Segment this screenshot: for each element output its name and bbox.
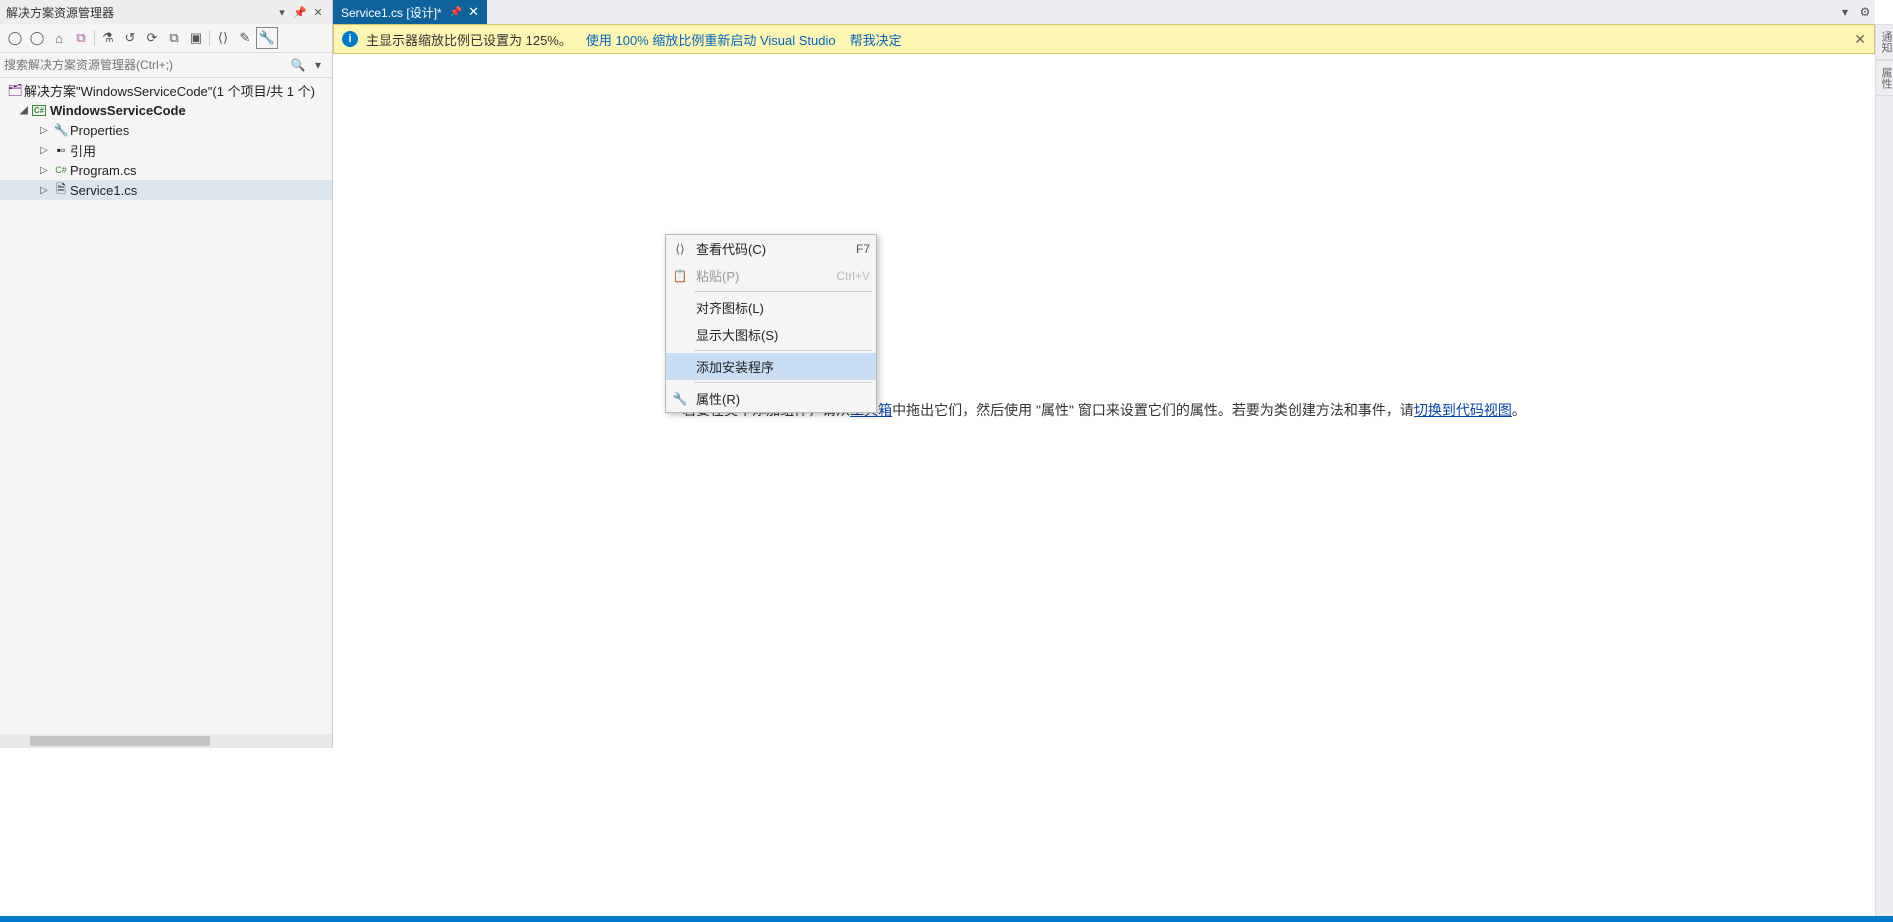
code-icon: ⟨⟩ (672, 242, 688, 256)
separator (94, 30, 95, 46)
right-tool-strip: 通知 属性 (1875, 24, 1893, 916)
tab-pin-icon[interactable]: 📌 (450, 7, 462, 18)
ctx-label: 显示大图标(S) (696, 325, 778, 344)
horizontal-scrollbar[interactable] (0, 734, 332, 748)
ctx-label: 对齐图标(L) (696, 298, 764, 317)
csharp-file-icon: C# (52, 165, 70, 175)
ctx-separator (694, 291, 872, 292)
ctx-align-icons[interactable]: 对齐图标(L) (666, 294, 876, 321)
ctx-add-installer[interactable]: 添加安装程序 (666, 353, 876, 380)
csharp-project-icon: C# (32, 105, 46, 116)
context-menu: ⟨⟩ 查看代码(C) F7 📋 粘贴(P) Ctrl+V 对齐图标(L) 显示大… (665, 234, 877, 413)
expander-icon[interactable]: ▷ (40, 185, 52, 196)
filter-icon[interactable]: ⚗ (97, 27, 119, 49)
panel-toolbar: ◯ ◯ ⌂ ⧉ ⚗ ↺ ⟳ ⧉ ▣ ⟨⟩ ✎ 🔧 (0, 24, 332, 52)
tab-gear-icon[interactable]: ⚙ (1855, 0, 1875, 24)
sync-icon[interactable]: ↺ (119, 27, 141, 49)
scaling-info-bar: i 主显示器缩放比例已设置为 125%。 使用 100% 缩放比例重新启动 Vi… (333, 24, 1875, 54)
ctx-label: 添加安装程序 (696, 357, 774, 376)
preview-icon[interactable]: ✎ (234, 27, 256, 49)
ctx-label: 属性(R) (696, 389, 740, 408)
ctx-large-icons[interactable]: 显示大图标(S) (666, 321, 876, 348)
restart-100-link[interactable]: 使用 100% 缩放比例重新启动 Visual Studio (586, 30, 836, 49)
ctx-view-code[interactable]: ⟨⟩ 查看代码(C) F7 (666, 235, 876, 262)
solution-tree: 🗂 解决方案"WindowsServiceCode"(1 个项目/共 1 个) … (0, 78, 332, 734)
search-icon[interactable]: 🔍 (288, 58, 308, 72)
tree-project-label: WindowsServiceCode (50, 103, 186, 118)
separator (209, 30, 210, 46)
designer-hint: 若要在类中添加组件，请从工具箱中拖出它们，然后使用 "属性" 窗口来设置它们的属… (333, 400, 1875, 420)
scrollbar-thumb[interactable] (30, 736, 210, 746)
tree-item-label: Program.cs (70, 163, 136, 178)
tab-service1-design[interactable]: Service1.cs [设计]* 📌 ✕ (333, 0, 487, 24)
tab-close-icon[interactable]: ✕ (468, 4, 479, 20)
info-icon: i (342, 31, 358, 47)
tree-solution-label: 解决方案"WindowsServiceCode"(1 个项目/共 1 个) (24, 81, 315, 100)
tree-item-program[interactable]: ▷ C# Program.cs (0, 160, 332, 180)
panel-title: 解决方案资源管理器 (6, 4, 272, 21)
status-bar (0, 916, 1893, 922)
panel-header: 解决方案资源管理器 ▾ 📌 ✕ (0, 0, 332, 24)
tree-item-label: Service1.cs (70, 183, 137, 198)
expander-icon[interactable]: ▷ (40, 125, 52, 136)
properties-icon[interactable]: ⟨⟩ (212, 27, 234, 49)
tab-label: Service1.cs [设计]* (341, 4, 442, 21)
wrench-toggle-icon[interactable]: 🔧 (256, 27, 278, 49)
ctx-label: 查看代码(C) (696, 239, 766, 258)
home-icon[interactable]: ⌂ (48, 27, 70, 49)
collapse-icon[interactable]: ⧉ (163, 27, 185, 49)
document-tab-strip: Service1.cs [设计]* 📌 ✕ ▾ ⚙ (333, 0, 1875, 24)
tree-project-row[interactable]: ◢ C# WindowsServiceCode (0, 100, 332, 120)
panel-dropdown-icon[interactable]: ▾ (274, 4, 290, 20)
switch-view-icon[interactable]: ⧉ (70, 27, 92, 49)
refresh-icon[interactable]: ⟳ (141, 27, 163, 49)
right-tab-properties[interactable]: 属性 (1876, 60, 1893, 96)
panel-pin-icon[interactable]: 📌 (292, 4, 308, 20)
help-decide-link[interactable]: 帮我决定 (850, 30, 902, 49)
search-dropdown-icon[interactable]: ▾ (308, 58, 328, 72)
code-view-link[interactable]: 切换到代码视图 (1414, 402, 1512, 418)
expander-icon[interactable]: ▷ (40, 145, 52, 156)
solution-icon: 🗂 (6, 83, 24, 97)
expander-icon[interactable]: ◢ (20, 105, 32, 116)
info-close-icon[interactable]: ✕ (1854, 31, 1866, 48)
tab-overflow-icon[interactable]: ▾ (1835, 0, 1855, 24)
ctx-paste: 📋 粘贴(P) Ctrl+V (666, 262, 876, 289)
hint-text-2: 中拖出它们，然后使用 "属性" 窗口来设置它们的属性。若要为类创建方法和事件，请 (892, 402, 1414, 418)
designer-surface[interactable]: 若要在类中添加组件，请从工具箱中拖出它们，然后使用 "属性" 窗口来设置它们的属… (333, 54, 1875, 916)
tree-solution-row[interactable]: 🗂 解决方案"WindowsServiceCode"(1 个项目/共 1 个) (0, 80, 332, 100)
tree-item-service1[interactable]: ▷ 🗎 Service1.cs (0, 180, 332, 200)
ctx-properties[interactable]: 🔧 属性(R) (666, 385, 876, 412)
nav-forward-icon[interactable]: ◯ (26, 27, 48, 49)
show-all-icon[interactable]: ▣ (185, 27, 207, 49)
tree-item-label: Properties (70, 123, 129, 138)
expander-icon[interactable]: ▷ (40, 165, 52, 176)
hint-text-3: 。 (1512, 402, 1526, 418)
ctx-label: 粘贴(P) (696, 266, 739, 285)
nav-back-icon[interactable]: ◯ (4, 27, 26, 49)
ctx-separator (694, 350, 872, 351)
ctx-shortcut: F7 (856, 242, 870, 256)
solution-explorer-panel: 解决方案资源管理器 ▾ 📌 ✕ ◯ ◯ ⌂ ⧉ ⚗ ↺ ⟳ ⧉ ▣ ⟨⟩ ✎ 🔧… (0, 0, 333, 748)
ctx-separator (694, 382, 872, 383)
ctx-shortcut: Ctrl+V (836, 269, 870, 283)
paste-icon: 📋 (672, 269, 688, 283)
tree-item-references[interactable]: ▷ ▪▫ 引用 (0, 140, 332, 160)
search-input[interactable] (4, 58, 288, 72)
info-text: 主显示器缩放比例已设置为 125%。 (366, 30, 572, 49)
tree-item-properties[interactable]: ▷ 🔧 Properties (0, 120, 332, 140)
wrench-icon: 🔧 (672, 392, 688, 406)
search-row: 🔍 ▾ (0, 52, 332, 78)
panel-close-icon[interactable]: ✕ (310, 4, 326, 20)
tab-spacer (487, 0, 1835, 24)
tree-item-label: 引用 (70, 141, 96, 160)
right-tab-notifications[interactable]: 通知 (1876, 24, 1893, 60)
wrench-icon: 🔧 (52, 123, 70, 137)
references-icon: ▪▫ (52, 143, 70, 157)
file-icon: 🗎 (52, 180, 70, 201)
